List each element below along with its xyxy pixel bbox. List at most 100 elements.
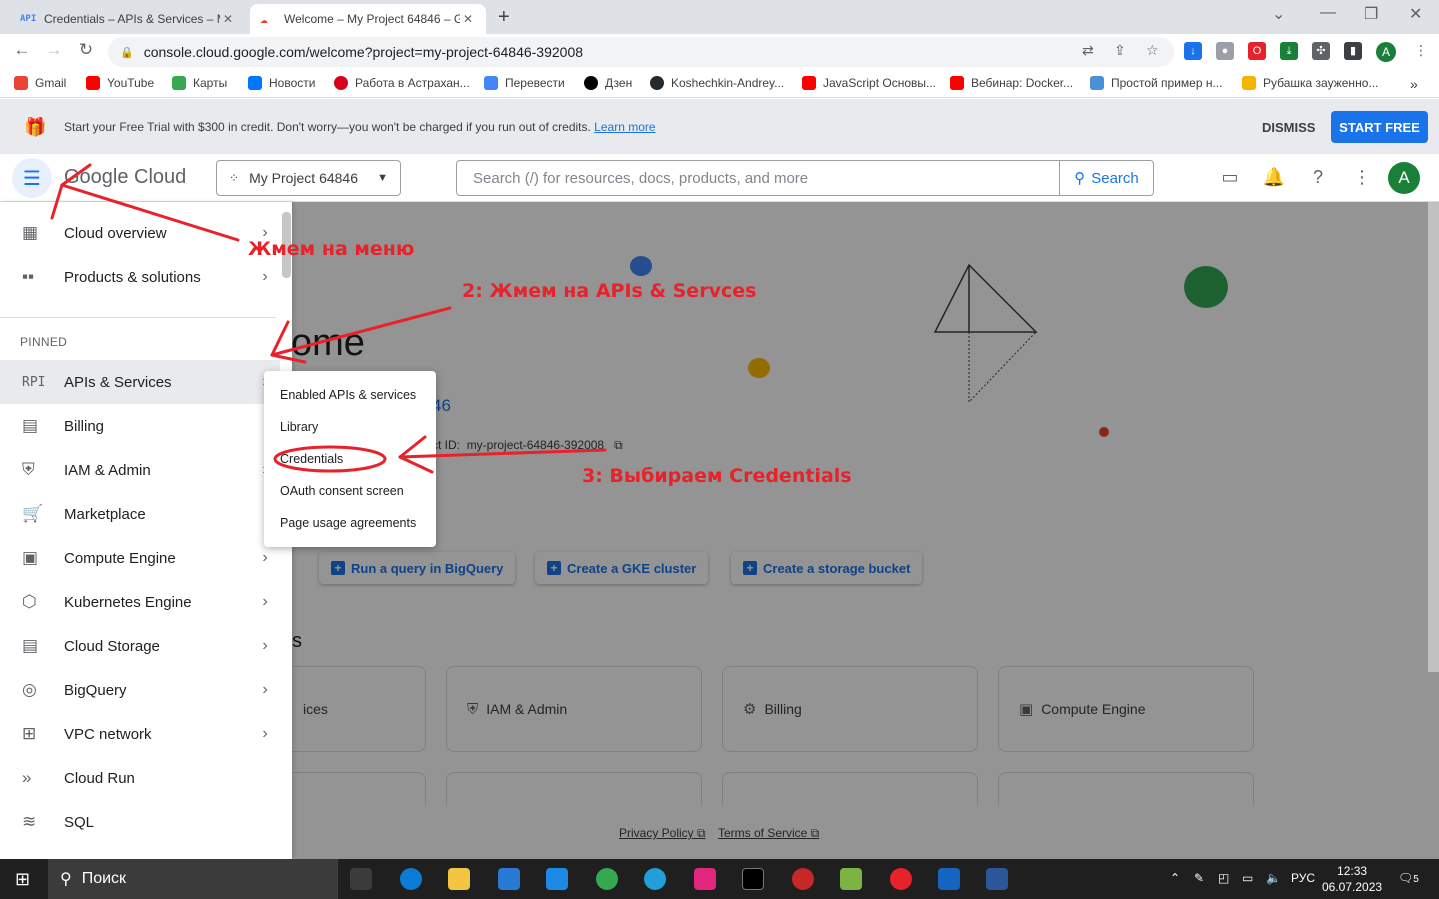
- media-icon[interactable]: [938, 868, 960, 890]
- task-view-icon[interactable]: [350, 868, 372, 890]
- language-indicator[interactable]: РУС: [1291, 871, 1315, 885]
- bookmark-item[interactable]: YouTube: [86, 76, 154, 90]
- notifications-icon[interactable]: 🗨5: [1398, 871, 1419, 885]
- forward-icon[interactable]: →: [42, 40, 66, 60]
- hamburger-menu-icon[interactable]: ☰: [12, 158, 52, 198]
- start-free-button[interactable]: START FREE: [1331, 111, 1428, 143]
- learn-more-link[interactable]: Learn more: [594, 120, 655, 134]
- opera-extension-icon[interactable]: O: [1248, 42, 1266, 60]
- windows-start-icon[interactable]: ⊞: [15, 869, 30, 890]
- store-icon[interactable]: [498, 868, 520, 890]
- close-icon[interactable]: ✕: [220, 12, 236, 26]
- search-icon: ⚲: [60, 871, 72, 888]
- bookmark-item[interactable]: Koshechkin-Andrey...: [650, 76, 784, 90]
- mail-icon[interactable]: [546, 868, 568, 890]
- nav-products-solutions[interactable]: ▪▪ Products & solutions ›: [0, 255, 280, 299]
- downloads-icon[interactable]: ⤓: [1280, 42, 1298, 60]
- google-cloud-logo[interactable]: Google Cloud: [64, 166, 186, 189]
- nav-cloud-run[interactable]: » Cloud Run: [0, 756, 280, 800]
- nav-sql[interactable]: ≋ SQL: [0, 800, 280, 844]
- chrome-icon[interactable]: [596, 868, 618, 890]
- side-panel-icon[interactable]: ▮: [1344, 42, 1362, 60]
- nav-cloud-storage[interactable]: ▤ Cloud Storage ›: [0, 624, 280, 668]
- url-text: console.cloud.google.com/welcome?project…: [143, 44, 584, 60]
- api-icon: RPI: [22, 374, 46, 390]
- submenu-oauth-consent[interactable]: OAuth consent screen: [264, 475, 436, 507]
- opera-icon[interactable]: [890, 868, 912, 890]
- tab-search-icon[interactable]: ⌄: [1272, 4, 1285, 24]
- new-tab-icon[interactable]: +: [498, 6, 510, 29]
- word-icon[interactable]: [986, 868, 1008, 890]
- nav-cloud-overview[interactable]: ▦ Cloud overview ›: [0, 211, 280, 255]
- submenu-page-usage[interactable]: Page usage agreements: [264, 507, 436, 539]
- submenu-library[interactable]: Library: [264, 411, 436, 443]
- bookmark-item[interactable]: Перевести: [484, 76, 565, 90]
- project-picker[interactable]: ⁘ My Project 64846 ▼: [216, 160, 401, 196]
- taskbar-search[interactable]: ⚲ Поиск: [48, 859, 338, 899]
- submenu-enabled-apis[interactable]: Enabled APIs & services: [264, 379, 436, 411]
- grid-icon: ▪▪: [22, 267, 35, 286]
- nav-iam-admin[interactable]: ⛨ IAM & Admin ›: [0, 448, 280, 492]
- reload-icon[interactable]: ↻: [74, 40, 98, 60]
- bookmark-item[interactable]: Работа в Астрахан...: [334, 76, 470, 90]
- telegram-icon[interactable]: [644, 868, 666, 890]
- tray-volume-icon[interactable]: 🔈: [1266, 871, 1281, 885]
- cloud-favicon-icon: ☁: [260, 11, 268, 27]
- close-icon[interactable]: ✕: [460, 12, 476, 26]
- back-icon[interactable]: ←: [10, 40, 34, 60]
- tray-camera-icon[interactable]: ◰: [1218, 871, 1229, 885]
- download-manager-icon[interactable]: ↓: [1184, 42, 1202, 60]
- tray-network-icon[interactable]: ▭: [1242, 871, 1253, 885]
- browser-tab-welcome[interactable]: ☁ Welcome – My Project 64846 – G ✕: [250, 4, 486, 34]
- translate-icon[interactable]: ⇄: [1082, 42, 1094, 59]
- tray-feather-icon[interactable]: ✎: [1194, 871, 1204, 885]
- page-scrollbar[interactable]: [1428, 202, 1439, 672]
- restore-icon[interactable]: ❐: [1364, 4, 1378, 24]
- minimize-icon[interactable]: —: [1320, 4, 1336, 22]
- more-vert-icon[interactable]: ⋮: [1350, 167, 1374, 188]
- bookmark-star-icon[interactable]: ☆: [1146, 42, 1159, 59]
- profile-avatar[interactable]: A: [1376, 42, 1396, 62]
- address-bar[interactable]: 🔒 console.cloud.google.com/welcome?proje…: [108, 37, 1174, 67]
- bookmark-item[interactable]: Рубашка зауженно...: [1242, 76, 1378, 90]
- bookmark-item[interactable]: Вебинар: Docker...: [950, 76, 1073, 90]
- help-icon[interactable]: ?: [1306, 167, 1330, 188]
- search-input[interactable]: Search (/) for resources, docs, products…: [457, 170, 1059, 187]
- bookmark-item[interactable]: JavaScript Основы...: [802, 76, 936, 90]
- search-box[interactable]: Search (/) for resources, docs, products…: [456, 160, 1154, 196]
- nav-kubernetes-engine[interactable]: ⬡ Kubernetes Engine ›: [0, 580, 280, 624]
- extension-mask-icon[interactable]: ●: [1216, 42, 1234, 60]
- nav-apis-services[interactable]: RPI APIs & Services ›: [0, 360, 280, 404]
- terminal-icon[interactable]: [742, 868, 764, 890]
- chrome-menu-icon[interactable]: ⋮: [1414, 42, 1428, 59]
- clock[interactable]: 12:33 06.07.2023: [1322, 863, 1382, 895]
- nav-bigquery[interactable]: ◎ BigQuery ›: [0, 668, 280, 712]
- nav-marketplace[interactable]: 🛒 Marketplace: [0, 492, 280, 536]
- search-button[interactable]: ⚲ Search: [1059, 161, 1153, 195]
- nav-vpc-network[interactable]: ⊞ VPC network ›: [0, 712, 280, 756]
- window-close-icon[interactable]: ✕: [1409, 4, 1422, 24]
- git-icon[interactable]: [840, 868, 862, 890]
- cloud-shell-icon[interactable]: ▭: [1218, 167, 1242, 188]
- dismiss-button[interactable]: DISMISS: [1262, 120, 1315, 135]
- account-avatar[interactable]: A: [1388, 162, 1420, 194]
- bookmark-item[interactable]: Простой пример н...: [1090, 76, 1222, 90]
- more-bookmarks-icon[interactable]: »: [1410, 76, 1418, 92]
- share-icon[interactable]: ⇪: [1114, 42, 1126, 59]
- nav-billing[interactable]: ▤ Billing: [0, 404, 280, 448]
- bookmark-item[interactable]: Дзен: [584, 76, 632, 90]
- chevron-right-icon: ›: [262, 637, 268, 654]
- app-icon[interactable]: [792, 868, 814, 890]
- submenu-credentials[interactable]: Credentials: [264, 443, 436, 475]
- bookmark-item[interactable]: Gmail: [14, 76, 66, 90]
- intellij-icon[interactable]: [694, 868, 716, 890]
- bookmark-item[interactable]: Новости: [248, 76, 315, 90]
- tray-chevron-icon[interactable]: ⌃: [1170, 871, 1180, 885]
- nav-compute-engine[interactable]: ▣ Compute Engine ›: [0, 536, 280, 580]
- file-explorer-icon[interactable]: [448, 868, 470, 890]
- browser-tab-credentials[interactable]: API Credentials – APIs & Services – M ✕: [10, 4, 246, 34]
- bookmark-item[interactable]: Карты: [172, 76, 227, 90]
- extensions-puzzle-icon[interactable]: ✣: [1312, 42, 1330, 60]
- edge-icon[interactable]: [400, 868, 422, 890]
- bell-icon[interactable]: 🔔: [1262, 167, 1286, 188]
